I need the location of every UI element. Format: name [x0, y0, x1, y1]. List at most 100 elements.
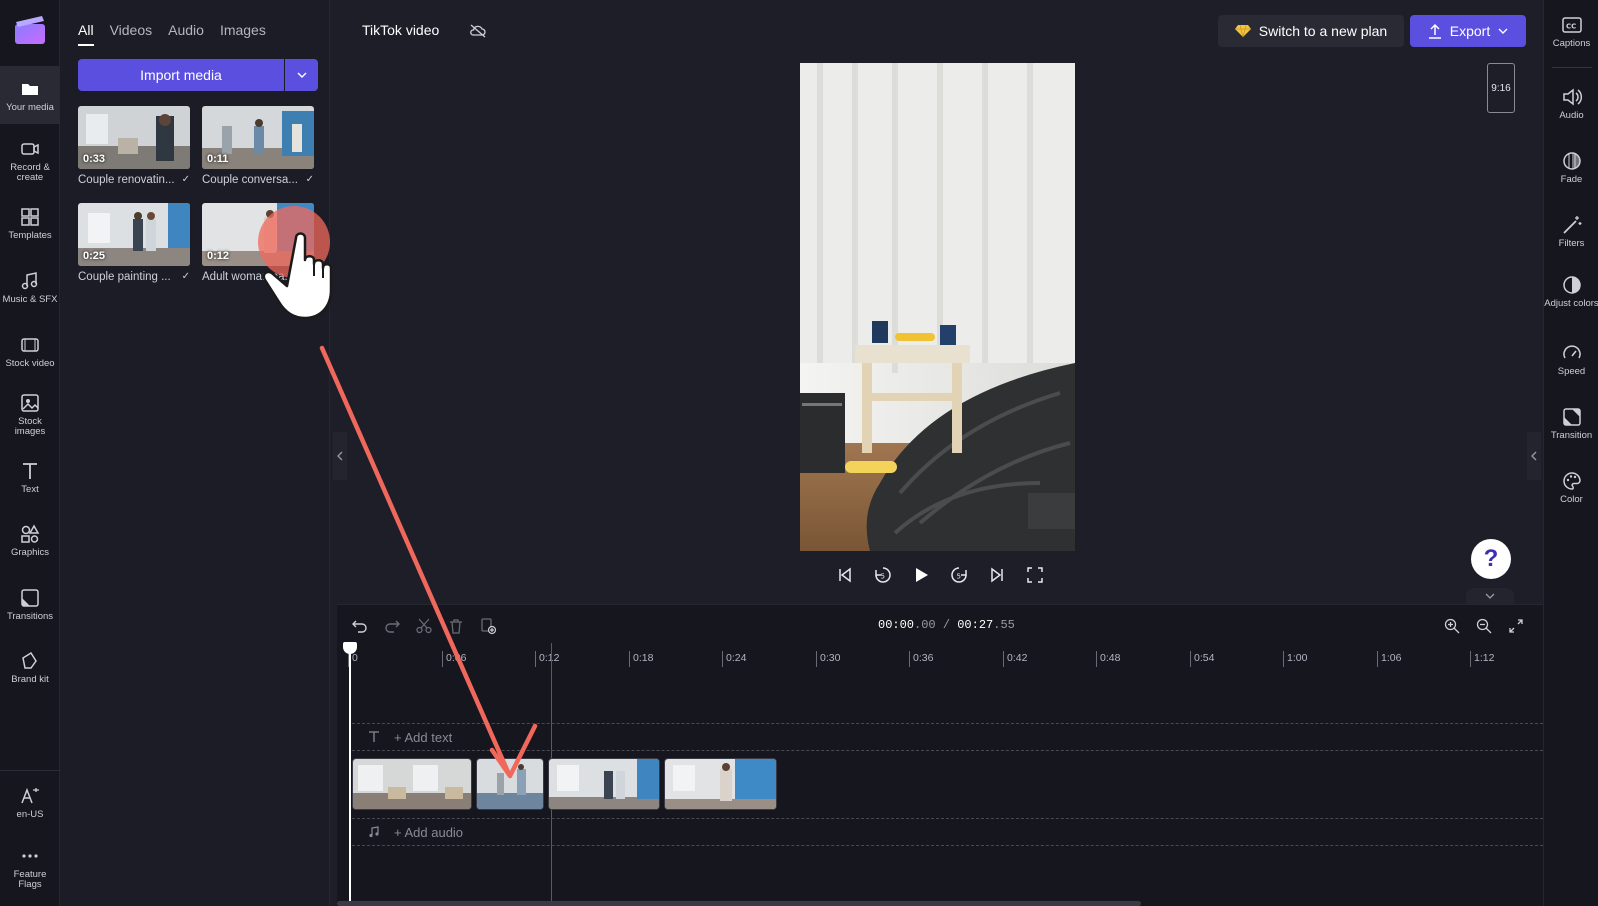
video-preview[interactable] [800, 63, 1075, 551]
zoom-out-icon[interactable] [1475, 617, 1493, 635]
aspect-ratio-button[interactable]: 9:16 [1487, 63, 1515, 113]
nav-stock-images[interactable]: Stock images [0, 392, 60, 437]
fullscreen-icon[interactable] [1025, 565, 1045, 585]
panel-color[interactable]: Color [1544, 470, 1598, 505]
nav-feature-flags[interactable]: Feature Flags [0, 845, 60, 890]
check-icon: ✓ [181, 271, 190, 282]
undo-icon[interactable] [351, 617, 369, 635]
media-item-name: Couple painting ... [78, 271, 171, 283]
panel-captions[interactable]: CC Captions [1544, 14, 1598, 49]
chevron-down-icon [297, 72, 306, 78]
text-icon [369, 731, 379, 742]
palette-icon [1562, 472, 1581, 490]
nav-graphics[interactable]: Graphics [0, 523, 60, 558]
collapse-left-panel-button[interactable] [333, 432, 347, 480]
nav-music-sfx[interactable]: Music & SFX [0, 270, 60, 305]
music-note-icon [369, 826, 379, 838]
import-media-button[interactable]: Import media [78, 59, 284, 91]
media-thumbnail[interactable]: 0:33 [78, 106, 190, 169]
panel-transition[interactable]: Transition [1544, 406, 1598, 441]
import-options-button[interactable] [285, 59, 318, 91]
panel-speed[interactable]: Speed [1544, 342, 1598, 377]
project-title[interactable]: TikTok video [362, 22, 439, 38]
skip-to-start-icon[interactable] [835, 565, 855, 585]
forward-5s-icon[interactable]: 5 [949, 565, 969, 585]
nav-language[interactable]: en-US [0, 785, 60, 820]
tab-videos[interactable]: Videos [110, 22, 153, 46]
preview-frame-image [800, 63, 1075, 551]
audio-track[interactable]: + Add audio [352, 818, 1543, 846]
contrast-icon [1562, 276, 1581, 294]
help-button[interactable]: ? [1471, 539, 1511, 579]
nav-your-media[interactable]: Your media [0, 66, 60, 124]
music-icon [21, 272, 38, 290]
upload-icon [1428, 23, 1441, 39]
redo-icon[interactable] [383, 617, 401, 635]
collapse-right-panel-button[interactable] [1527, 432, 1541, 480]
media-item-name: Couple conversa... [202, 174, 298, 186]
timeline-ruler[interactable]: 0 0:06 0:12 0:18 0:24 0:30 0:36 0:42 0:4… [348, 647, 1543, 671]
panel-fade[interactable]: Fade [1544, 150, 1598, 185]
timeline-scrollbar[interactable] [337, 901, 1141, 906]
media-thumbnail[interactable]: 0:12 [202, 203, 314, 266]
nav-stock-video[interactable]: Stock video [0, 334, 60, 369]
ruler-tick: 0:30 [816, 651, 840, 667]
nav-divider [0, 770, 60, 771]
chevron-down-icon [1485, 593, 1495, 599]
media-thumbnail[interactable]: 0:25 [78, 203, 190, 266]
playhead[interactable] [349, 643, 351, 906]
chevron-down-icon [1498, 28, 1508, 34]
nav-text[interactable]: Text [0, 460, 60, 495]
ruler-tick: 0:36 [909, 651, 933, 667]
video-clip[interactable] [548, 758, 660, 810]
ruler-tick: 0:06 [442, 651, 466, 667]
video-clip[interactable] [352, 758, 472, 810]
scissors-icon[interactable] [415, 617, 433, 635]
clip-thumbnail-image [353, 759, 471, 809]
zoom-in-icon[interactable] [1443, 617, 1461, 635]
nav-brand-kit[interactable]: Brand kit [0, 650, 60, 685]
media-item[interactable]: 0:33 Couple renovatin... ✓ [78, 106, 190, 186]
timeline: 00:00.00 / 00:27.55 0 0:06 0:12 0:18 0:2… [337, 604, 1543, 906]
ruler-tick: 1:00 [1283, 651, 1307, 667]
nav-templates[interactable]: Templates [0, 206, 60, 241]
video-clip[interactable] [664, 758, 777, 810]
timeline-toolbar [351, 617, 497, 635]
media-item[interactable]: 0:25 Couple painting ... ✓ [78, 203, 190, 283]
switch-plan-button[interactable]: Switch to a new plan [1218, 15, 1404, 47]
cloud-offline-icon [470, 24, 486, 38]
clipchamp-editor: Your media Record & create Templates Mus… [0, 0, 1598, 906]
collapse-timeline-button[interactable] [1466, 588, 1514, 604]
media-item[interactable]: 0:12 Adult woman pa... [202, 203, 314, 283]
templates-icon [21, 208, 39, 226]
shapes-icon [21, 524, 40, 543]
media-item[interactable]: 0:11 Couple conversa... ✓ [202, 106, 314, 186]
nav-transitions[interactable]: Transitions [0, 587, 60, 622]
wand-icon [1562, 216, 1581, 234]
duplicate-icon[interactable] [479, 617, 497, 635]
skip-to-end-icon[interactable] [987, 565, 1007, 585]
left-sidebar: Your media Record & create Templates Mus… [0, 0, 60, 906]
chevron-left-icon [1531, 451, 1537, 461]
tab-all[interactable]: All [78, 22, 94, 46]
trash-icon[interactable] [447, 617, 465, 635]
media-thumbnail[interactable]: 0:11 [202, 106, 314, 169]
ruler-tick: 0:12 [535, 651, 559, 667]
fit-timeline-icon[interactable] [1507, 617, 1525, 635]
panel-filters[interactable]: Filters [1544, 214, 1598, 249]
panel-adjust-colors[interactable]: Adjust colors [1544, 274, 1598, 309]
image-icon [21, 394, 39, 412]
video-clip[interactable] [476, 758, 544, 810]
ruler-tick: 0:54 [1190, 651, 1214, 667]
text-track[interactable]: + Add text [352, 723, 1543, 751]
tab-audio[interactable]: Audio [168, 22, 204, 46]
check-icon: ✓ [181, 174, 190, 185]
panel-audio[interactable]: Audio [1544, 86, 1598, 121]
export-button[interactable]: Export [1410, 15, 1526, 47]
clip-thumbnail-image [477, 759, 543, 809]
tab-images[interactable]: Images [220, 22, 266, 46]
play-icon[interactable] [911, 565, 931, 585]
rewind-5s-icon[interactable]: 5 [873, 565, 893, 585]
panel-divider [1552, 67, 1592, 68]
nav-record-create[interactable]: Record & create [0, 138, 60, 183]
